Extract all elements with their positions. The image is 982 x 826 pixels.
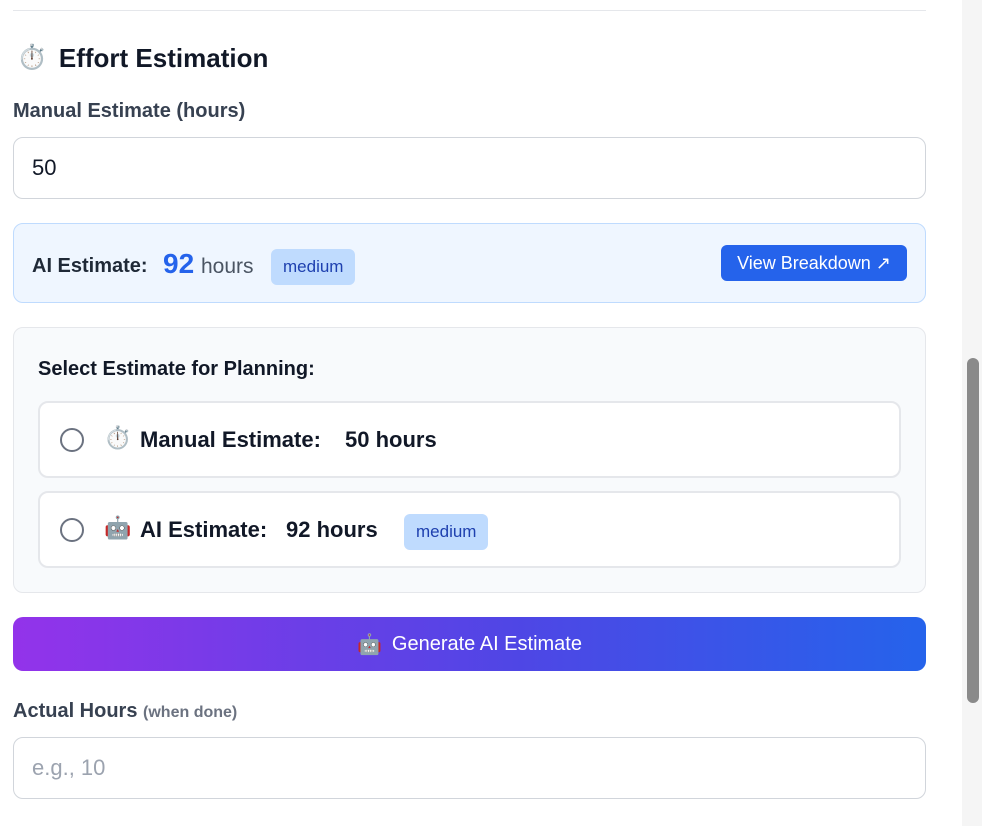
confidence-badge: medium — [271, 249, 356, 285]
selection-title: Select Estimate for Planning: — [38, 358, 315, 380]
confidence-badge: medium — [404, 514, 489, 550]
stopwatch-icon: ⏱️ — [104, 425, 132, 450]
generate-button-label: Generate AI Estimate — [391, 632, 582, 655]
section-title: Effort Estimation — [58, 42, 269, 73]
option-label: Manual Estimate: — [140, 427, 321, 452]
option-value: 92 hours — [286, 517, 378, 542]
ai-estimate-option[interactable]: 🤖 AI Estimate: 92 hours medium — [38, 491, 901, 568]
view-breakdown-button[interactable]: View Breakdown ↗ — [721, 245, 907, 281]
option-value: 50 hours — [345, 427, 437, 452]
ai-estimate-box: AI Estimate: 92 hours medium View Breakd… — [13, 223, 926, 303]
section-header: ⏱️ Effort Estimation — [17, 40, 268, 76]
robot-icon: 🤖 — [356, 633, 382, 656]
ai-estimate-unit: hours — [201, 255, 254, 278]
divider — [13, 10, 926, 11]
ai-estimate-label: AI Estimate: — [32, 255, 148, 277]
actual-hours-label-text: Actual Hours — [13, 700, 138, 722]
generate-ai-estimate-button[interactable]: 🤖 Generate AI Estimate — [13, 617, 926, 671]
scrollbar-thumb[interactable] — [967, 358, 979, 703]
option-label: AI Estimate: — [140, 517, 268, 542]
actual-hours-hint: (when done) — [143, 704, 238, 721]
ai-estimate-value: 92 — [163, 248, 195, 279]
ai-estimate-radio[interactable] — [60, 518, 84, 542]
actual-hours-input[interactable] — [13, 737, 926, 799]
actual-hours-label: Actual Hours (when done) — [13, 700, 237, 723]
estimate-selection-box: Select Estimate for Planning: ⏱️ Manual … — [13, 327, 926, 593]
robot-icon: 🤖 — [104, 515, 132, 540]
manual-estimate-option[interactable]: ⏱️ Manual Estimate: 50 hours — [38, 401, 901, 478]
manual-estimate-input[interactable] — [13, 137, 926, 199]
stopwatch-icon: ⏱️ — [17, 44, 47, 71]
manual-estimate-label: Manual Estimate (hours) — [13, 100, 246, 122]
manual-estimate-radio[interactable] — [60, 428, 84, 452]
